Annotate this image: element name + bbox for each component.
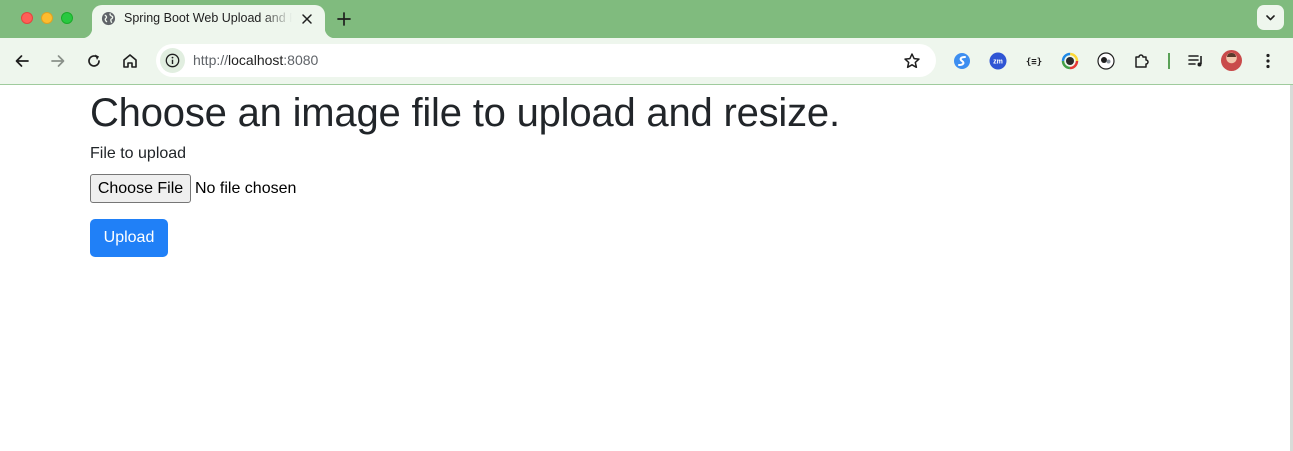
- url-port: :8080: [283, 52, 319, 68]
- more-menu-icon[interactable]: [1258, 51, 1278, 71]
- back-arrow-icon[interactable]: [12, 51, 32, 71]
- bookmark-star-icon[interactable]: [902, 51, 922, 71]
- file-label: File to upload: [90, 145, 187, 162]
- media-controls-icon[interactable]: [1186, 51, 1206, 71]
- close-tab-icon[interactable]: [299, 11, 315, 27]
- home-icon[interactable]: [120, 51, 140, 71]
- tab-strip: Spring Boot Web Upload and Resize: [0, 0, 1293, 38]
- color-ring-extension-icon[interactable]: [1060, 51, 1080, 71]
- page-content: Choose an image file to upload and resiz…: [0, 85, 1291, 451]
- site-info-button[interactable]: [160, 48, 185, 73]
- tab-title: Spring Boot Web Upload and Resize: [124, 11, 292, 25]
- close-window-button[interactable]: [21, 12, 33, 24]
- info-icon: [165, 53, 180, 68]
- braces-extension-icon[interactable]: {≡}: [1024, 51, 1044, 71]
- cat-extension-icon[interactable]: [1096, 51, 1116, 71]
- maximize-window-button[interactable]: [61, 12, 73, 24]
- profile-avatar[interactable]: [1221, 50, 1242, 71]
- puzzle-icon[interactable]: [1132, 51, 1152, 71]
- upload-button[interactable]: Upload: [90, 219, 168, 257]
- browser-window: Spring Boot Web Upload and Resize: [0, 0, 1293, 451]
- svg-text:{≡}: {≡}: [1026, 58, 1042, 68]
- tab-active[interactable]: Spring Boot Web Upload and Resize: [82, 5, 335, 38]
- zm-extension-icon[interactable]: zm: [988, 51, 1008, 71]
- address-bar[interactable]: http://localhost:8080: [156, 44, 936, 77]
- globe-icon: [101, 11, 116, 26]
- url-host: localhost: [228, 52, 284, 68]
- file-status-text: No file chosen: [195, 180, 297, 197]
- browser-toolbar: http://localhost:8080 zm {≡}: [0, 38, 1293, 84]
- toolbar-divider: [1168, 53, 1170, 69]
- swirl-extension-icon[interactable]: [952, 51, 972, 71]
- forward-arrow-icon[interactable]: [48, 51, 68, 71]
- choose-file-button[interactable]: Choose File: [90, 174, 191, 203]
- url-text: http://localhost:8080: [193, 52, 318, 69]
- new-tab-icon[interactable]: [334, 9, 354, 29]
- tab-search-button[interactable]: [1257, 5, 1284, 30]
- url-scheme: http://: [193, 52, 229, 68]
- svg-text:zm: zm: [993, 59, 1003, 66]
- page-heading: Choose an image file to upload and resiz…: [90, 91, 840, 135]
- minimize-window-button[interactable]: [41, 12, 53, 24]
- reload-icon[interactable]: [84, 51, 104, 71]
- chevron-down-icon: [1266, 15, 1275, 21]
